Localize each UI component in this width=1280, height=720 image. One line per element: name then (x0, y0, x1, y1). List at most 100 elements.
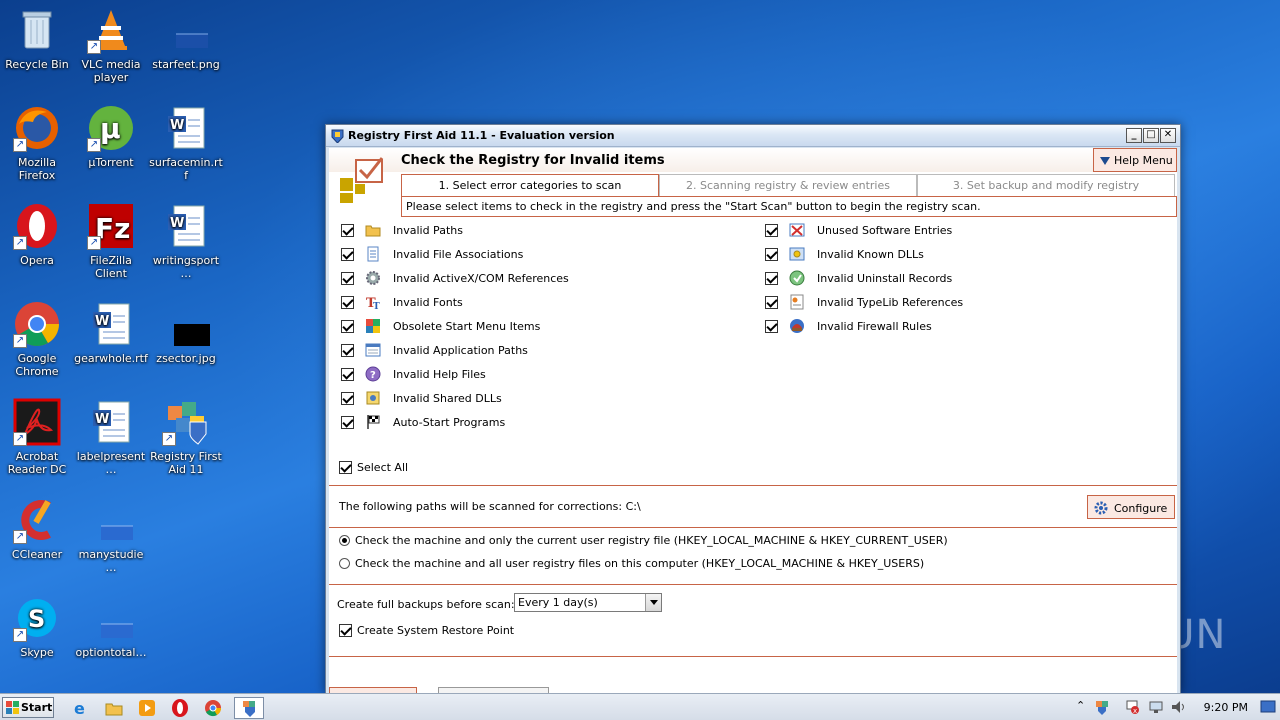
configure-button[interactable]: Configure (1087, 495, 1175, 519)
triangle-down-icon (1100, 157, 1110, 165)
file-icon (87, 496, 135, 544)
backup-frequency-select[interactable]: Every 1 day(s) (514, 593, 662, 612)
checkbox[interactable] (339, 623, 352, 637)
category-auto-start[interactable]: Auto-Start Programs (341, 413, 505, 431)
category-invalid-shared-dlls[interactable]: Invalid Shared DLLs (341, 389, 502, 407)
chevron-down-icon[interactable] (645, 594, 661, 611)
category-invalid-fonts[interactable]: TT Invalid Fonts (341, 293, 463, 312)
desktop-icon-registry-first-aid[interactable]: ↗ Registry First Aid 11 (149, 394, 223, 486)
checkbox[interactable] (341, 343, 354, 357)
radio-button[interactable] (339, 558, 350, 569)
checkbox[interactable] (341, 391, 354, 405)
category-label: Invalid Uninstall Records (817, 271, 953, 285)
category-invalid-application-paths[interactable]: Invalid Application Paths (341, 341, 528, 359)
restore-point-checkbox[interactable]: Create System Restore Point (339, 621, 514, 639)
checkbox[interactable] (765, 223, 778, 237)
desktop-icon-utorrent[interactable]: µ ↗ µTorrent (74, 100, 148, 192)
desktop-icon-writingsport[interactable]: W writingsport… (149, 198, 223, 290)
checkbox[interactable] (341, 223, 354, 237)
desktop-icon-recycle-bin[interactable]: Recycle Bin (0, 2, 74, 94)
desktop-icon-opera[interactable]: ↗ Opera (0, 198, 74, 290)
select-all-checkbox[interactable]: Select All (339, 458, 408, 476)
gear-icon (1094, 501, 1108, 518)
category-invalid-activex[interactable]: Invalid ActiveX/COM References (341, 269, 569, 287)
clock[interactable]: 9:20 PM (1204, 701, 1248, 714)
system-tray: ⌃ x 9:20 PM (1070, 694, 1280, 720)
shortcut-arrow-icon: ↗ (87, 138, 101, 152)
action-center-icon[interactable]: x (1124, 699, 1140, 718)
desktop-icon-filezilla[interactable]: Fz ↗ FileZilla Client (74, 198, 148, 290)
taskbar: Start e ⌃ x 9:20 PM (0, 693, 1280, 720)
select-all-label: Select All (357, 460, 409, 474)
desktop-icon-manystudie[interactable]: manystudie… (74, 492, 148, 584)
show-desktop-icon[interactable] (1260, 700, 1276, 717)
radio-all-users[interactable]: Check the machine and all user registry … (339, 557, 924, 570)
radio-current-user[interactable]: Check the machine and only the current u… (339, 534, 948, 547)
category-invalid-paths[interactable]: Invalid Paths (341, 221, 463, 239)
icon-label: zsector.jpg (156, 352, 216, 365)
divider (329, 527, 1177, 528)
start-button[interactable]: Start (2, 697, 54, 718)
checkbox[interactable] (339, 460, 352, 474)
desktop-icon-chrome[interactable]: ↗ Google Chrome (0, 296, 74, 388)
checkbox[interactable] (341, 319, 354, 333)
desktop-icon-starfeet[interactable]: starfeet.png (149, 2, 223, 94)
help-menu-label: Help Menu (1114, 154, 1173, 167)
checkbox[interactable] (341, 295, 354, 309)
desktop-icon-vlc[interactable]: ↗ VLC media player (74, 2, 148, 94)
taskbar-media-player-icon[interactable] (136, 697, 158, 719)
checkbox[interactable] (765, 247, 778, 261)
category-obsolete-start-menu[interactable]: Obsolete Start Menu Items (341, 317, 540, 335)
maximize-button[interactable]: □ (1143, 128, 1159, 143)
taskbar-opera-icon[interactable] (169, 697, 191, 719)
checkbox[interactable] (765, 295, 778, 309)
application-icon (365, 342, 381, 358)
checkbox[interactable] (341, 415, 354, 429)
desktop-icon-optiontotal[interactable]: optiontotal… (74, 590, 148, 682)
desktop-icon-acrobat[interactable]: ↗ Acrobat Reader DC (0, 394, 74, 486)
tab-backup-modify[interactable]: 3. Set backup and modify registry (917, 174, 1175, 196)
desktop-icon-labelpresent[interactable]: W labelpresent… (74, 394, 148, 486)
category-label: Invalid Paths (393, 223, 463, 237)
minimize-button[interactable]: _ (1126, 128, 1142, 143)
checkbox[interactable] (765, 271, 778, 285)
checkbox[interactable] (341, 247, 354, 261)
desktop-icon-gearwhole[interactable]: W gearwhole.rtf (74, 296, 148, 388)
category-invalid-known-dlls[interactable]: Invalid Known DLLs (765, 245, 924, 263)
category-invalid-typelib[interactable]: Invalid TypeLib References (765, 293, 963, 311)
tray-app-icon[interactable] (1094, 699, 1110, 718)
svg-text:W: W (95, 412, 109, 427)
title-bar[interactable]: Registry First Aid 11.1 - Evaluation ver… (326, 125, 1180, 147)
checkbox[interactable] (341, 367, 354, 381)
taskbar-registry-first-aid-icon[interactable] (234, 697, 264, 719)
taskbar-ie-icon[interactable]: e (70, 697, 92, 719)
category-invalid-help-files[interactable]: ? Invalid Help Files (341, 365, 486, 383)
desktop-icon-skype[interactable]: S ↗ Skype (0, 590, 74, 682)
network-icon[interactable] (1148, 699, 1164, 718)
backup-label: Create full backups before scan: (337, 598, 515, 611)
checkbox[interactable] (765, 319, 778, 333)
radio-button[interactable] (339, 535, 350, 546)
category-invalid-firewall[interactable]: Invalid Firewall Rules (765, 317, 932, 335)
taskbar-chrome-icon[interactable] (202, 697, 224, 719)
show-hidden-icons-icon[interactable]: ⌃ (1076, 699, 1085, 712)
desktop-icon-zsector[interactable]: zsector.jpg (149, 296, 223, 388)
desktop-icon-firefox[interactable]: ↗ Mozilla Firefox (0, 100, 74, 192)
svg-text:W: W (170, 216, 184, 231)
category-invalid-uninstall[interactable]: Invalid Uninstall Records (765, 269, 952, 287)
ccleaner-icon: ↗ (13, 496, 61, 544)
shortcut-arrow-icon: ↗ (13, 334, 27, 348)
volume-icon[interactable] (1170, 699, 1186, 718)
category-unused-software[interactable]: Unused Software Entries (765, 221, 952, 239)
help-menu-button[interactable]: Help Menu (1093, 148, 1177, 172)
category-invalid-file-associations[interactable]: Invalid File Associations (341, 245, 523, 263)
tab-scanning[interactable]: 2. Scanning registry & review entries (659, 174, 917, 196)
desktop-icon-ccleaner[interactable]: ↗ CCleaner (0, 492, 74, 584)
opera-icon: ↗ (13, 202, 61, 250)
window-title: Registry First Aid 11.1 - Evaluation ver… (348, 129, 615, 142)
taskbar-explorer-icon[interactable] (103, 697, 125, 719)
close-button[interactable]: ✕ (1160, 128, 1176, 143)
tab-select-categories[interactable]: 1. Select error categories to scan (401, 174, 659, 196)
checkbox[interactable] (341, 271, 354, 285)
desktop-icon-surfacemin[interactable]: W surfacemin.rtf (149, 100, 223, 192)
